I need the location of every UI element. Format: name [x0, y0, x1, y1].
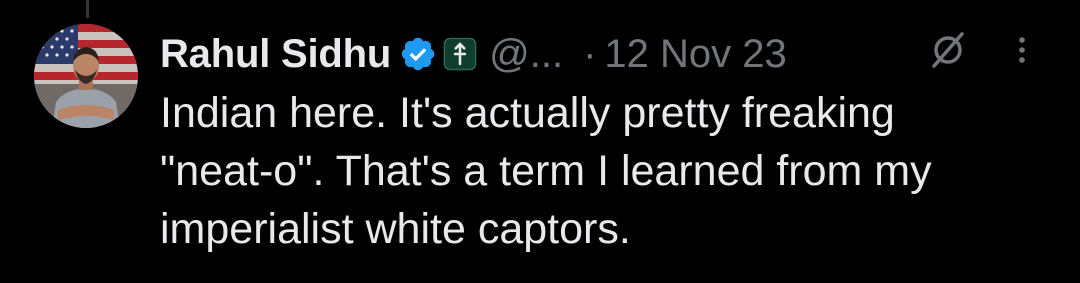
tweet-text: Indian here. It's actually pretty freaki…: [160, 84, 1060, 258]
avatar-image: [34, 24, 138, 128]
affiliation-badge-icon[interactable]: [443, 37, 477, 71]
grok-icon[interactable]: [928, 28, 968, 72]
tweet-text-line: imperialist white captors.: [160, 205, 631, 253]
separator-dot: ·: [583, 31, 597, 76]
avatar[interactable]: [34, 24, 138, 128]
tweet-date[interactable]: 12 Nov 23: [604, 32, 786, 77]
author-name[interactable]: Rahul Sidhu: [160, 32, 391, 77]
more-options-icon[interactable]: [1010, 28, 1034, 72]
author-handle[interactable]: @...: [489, 32, 563, 77]
verified-badge-icon[interactable]: [399, 35, 437, 73]
thread-connector-line: [86, 0, 89, 18]
tweet-text-line: Indian here. It's actually pretty freaki…: [160, 89, 895, 137]
tweet-header: Rahul Sidhu @... · 12 Nov 23: [160, 24, 1060, 84]
tweet-text-line: "neat-o". That's a term I learned from m…: [160, 147, 932, 195]
